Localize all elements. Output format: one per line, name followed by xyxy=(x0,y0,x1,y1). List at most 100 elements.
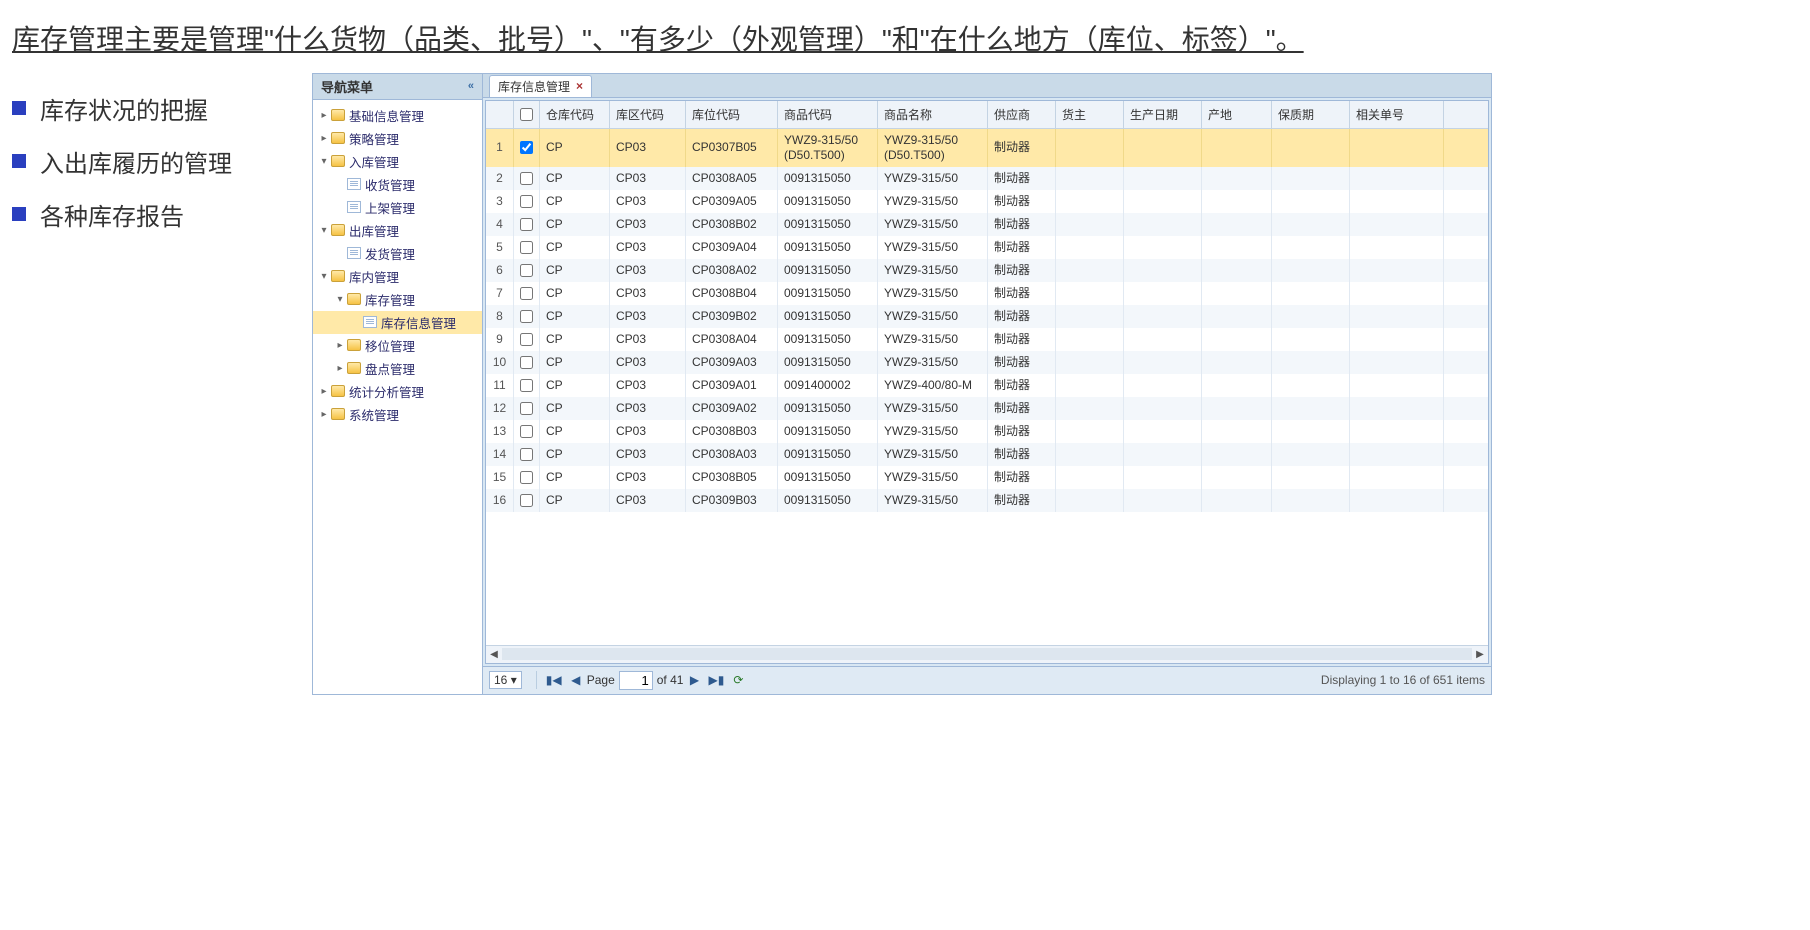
table-row[interactable]: 8CPCP03CP0309B020091315050YWZ9-315/50制动器 xyxy=(486,305,1488,328)
pager-prev-icon[interactable]: ◀ xyxy=(567,671,585,689)
row-checkbox[interactable] xyxy=(520,448,533,461)
scroll-track[interactable] xyxy=(502,648,1472,660)
col-header[interactable]: 商品代码 xyxy=(778,101,878,128)
table-row[interactable]: 13CPCP03CP0308B030091315050YWZ9-315/50制动… xyxy=(486,420,1488,443)
grid-horizontal-scrollbar[interactable]: ◀ ▶ xyxy=(486,645,1488,663)
tree-expand-icon[interactable]: ▸ xyxy=(319,386,329,397)
pager-first-icon[interactable]: ▮◀ xyxy=(545,671,563,689)
col-header[interactable]: 库位代码 xyxy=(686,101,778,128)
nav-item-基础信息管理[interactable]: ▸基础信息管理 xyxy=(313,104,482,127)
table-row[interactable]: 15CPCP03CP0308B050091315050YWZ9-315/50制动… xyxy=(486,466,1488,489)
col-header[interactable]: 相关单号 xyxy=(1350,101,1444,128)
scroll-left-icon[interactable]: ◀ xyxy=(486,649,502,660)
row-checkbox-cell[interactable] xyxy=(514,328,540,351)
row-checkbox-cell[interactable] xyxy=(514,259,540,282)
page-size-select[interactable]: 16 ▾ xyxy=(489,671,522,689)
row-checkbox[interactable] xyxy=(520,172,533,185)
nav-item-统计分析管理[interactable]: ▸统计分析管理 xyxy=(313,380,482,403)
nav-item-库存信息管理[interactable]: 库存信息管理 xyxy=(313,311,482,334)
table-row[interactable]: 3CPCP03CP0309A050091315050YWZ9-315/50制动器 xyxy=(486,190,1488,213)
pager-refresh-icon[interactable]: ⟳ xyxy=(729,671,747,689)
table-row[interactable]: 14CPCP03CP0308A030091315050YWZ9-315/50制动… xyxy=(486,443,1488,466)
row-checkbox-cell[interactable] xyxy=(514,129,540,167)
table-row[interactable]: 16CPCP03CP0309B030091315050YWZ9-315/50制动… xyxy=(486,489,1488,512)
row-checkbox[interactable] xyxy=(520,218,533,231)
tree-expand-icon[interactable]: ▸ xyxy=(319,409,329,420)
nav-item-库存管理[interactable]: ▾库存管理 xyxy=(313,288,482,311)
row-checkbox-cell[interactable] xyxy=(514,397,540,420)
row-checkbox-cell[interactable] xyxy=(514,282,540,305)
nav-item-发货管理[interactable]: 发货管理 xyxy=(313,242,482,265)
tree-expand-icon[interactable]: ▾ xyxy=(335,294,345,305)
row-checkbox[interactable] xyxy=(520,494,533,507)
nav-item-盘点管理[interactable]: ▸盘点管理 xyxy=(313,357,482,380)
row-checkbox[interactable] xyxy=(520,356,533,369)
nav-item-入库管理[interactable]: ▾入库管理 xyxy=(313,150,482,173)
tree-expand-icon[interactable]: ▾ xyxy=(319,225,329,236)
nav-item-库内管理[interactable]: ▾库内管理 xyxy=(313,265,482,288)
nav-item-系统管理[interactable]: ▸系统管理 xyxy=(313,403,482,426)
nav-item-策略管理[interactable]: ▸策略管理 xyxy=(313,127,482,150)
row-checkbox[interactable] xyxy=(520,264,533,277)
pager-next-icon[interactable]: ▶ xyxy=(685,671,703,689)
tree-expand-icon[interactable]: ▾ xyxy=(319,271,329,282)
col-header[interactable]: 货主 xyxy=(1056,101,1124,128)
table-row[interactable]: 1CPCP03CP0307B05YWZ9-315/50 (D50.T500)YW… xyxy=(486,129,1488,167)
table-row[interactable]: 11CPCP03CP0309A010091400002YWZ9-400/80-M… xyxy=(486,374,1488,397)
row-checkbox-cell[interactable] xyxy=(514,305,540,328)
row-checkbox[interactable] xyxy=(520,310,533,323)
col-checkbox[interactable] xyxy=(514,101,540,128)
table-row[interactable]: 4CPCP03CP0308B020091315050YWZ9-315/50制动器 xyxy=(486,213,1488,236)
nav-item-出库管理[interactable]: ▾出库管理 xyxy=(313,219,482,242)
row-checkbox[interactable] xyxy=(520,471,533,484)
row-checkbox-cell[interactable] xyxy=(514,466,540,489)
row-checkbox-cell[interactable] xyxy=(514,374,540,397)
col-header[interactable]: 供应商 xyxy=(988,101,1056,128)
col-header[interactable]: 生产日期 xyxy=(1124,101,1202,128)
col-header[interactable]: 仓库代码 xyxy=(540,101,610,128)
row-checkbox[interactable] xyxy=(520,241,533,254)
row-checkbox[interactable] xyxy=(520,333,533,346)
col-header[interactable]: 库区代码 xyxy=(610,101,686,128)
col-header[interactable]: 产地 xyxy=(1202,101,1272,128)
tree-expand-icon[interactable]: ▸ xyxy=(319,133,329,144)
row-checkbox[interactable] xyxy=(520,425,533,438)
table-row[interactable]: 6CPCP03CP0308A020091315050YWZ9-315/50制动器 xyxy=(486,259,1488,282)
tab-close-icon[interactable]: × xyxy=(576,79,583,93)
scroll-right-icon[interactable]: ▶ xyxy=(1472,649,1488,660)
row-checkbox[interactable] xyxy=(520,141,533,154)
row-checkbox-cell[interactable] xyxy=(514,351,540,374)
row-checkbox-cell[interactable] xyxy=(514,190,540,213)
grid-body[interactable]: 1CPCP03CP0307B05YWZ9-315/50 (D50.T500)YW… xyxy=(486,129,1488,645)
table-row[interactable]: 2CPCP03CP0308A050091315050YWZ9-315/50制动器 xyxy=(486,167,1488,190)
tab-inventory-info[interactable]: 库存信息管理 × xyxy=(489,75,592,97)
table-row[interactable]: 9CPCP03CP0308A040091315050YWZ9-315/50制动器 xyxy=(486,328,1488,351)
table-row[interactable]: 10CPCP03CP0309A030091315050YWZ9-315/50制动… xyxy=(486,351,1488,374)
row-checkbox-cell[interactable] xyxy=(514,489,540,512)
row-checkbox-cell[interactable] xyxy=(514,213,540,236)
row-checkbox-cell[interactable] xyxy=(514,167,540,190)
row-checkbox[interactable] xyxy=(520,195,533,208)
table-row[interactable]: 7CPCP03CP0308B040091315050YWZ9-315/50制动器 xyxy=(486,282,1488,305)
row-checkbox[interactable] xyxy=(520,287,533,300)
col-header[interactable]: 商品名称 xyxy=(878,101,988,128)
tree-expand-icon[interactable]: ▸ xyxy=(335,363,345,374)
col-header[interactable]: 保质期 xyxy=(1272,101,1350,128)
nav-item-移位管理[interactable]: ▸移位管理 xyxy=(313,334,482,357)
nav-collapse-icon[interactable]: « xyxy=(468,80,474,92)
nav-item-上架管理[interactable]: 上架管理 xyxy=(313,196,482,219)
table-row[interactable]: 5CPCP03CP0309A040091315050YWZ9-315/50制动器 xyxy=(486,236,1488,259)
row-checkbox[interactable] xyxy=(520,402,533,415)
row-checkbox-cell[interactable] xyxy=(514,443,540,466)
row-checkbox-cell[interactable] xyxy=(514,236,540,259)
nav-item-收货管理[interactable]: 收货管理 xyxy=(313,173,482,196)
tree-expand-icon[interactable]: ▸ xyxy=(319,110,329,121)
pager-page-input[interactable] xyxy=(619,671,653,690)
row-checkbox-cell[interactable] xyxy=(514,420,540,443)
select-all-checkbox[interactable] xyxy=(520,108,533,121)
tree-expand-icon[interactable]: ▸ xyxy=(335,340,345,351)
tree-expand-icon[interactable]: ▾ xyxy=(319,156,329,167)
table-row[interactable]: 12CPCP03CP0309A020091315050YWZ9-315/50制动… xyxy=(486,397,1488,420)
pager-last-icon[interactable]: ▶▮ xyxy=(707,671,725,689)
row-checkbox[interactable] xyxy=(520,379,533,392)
